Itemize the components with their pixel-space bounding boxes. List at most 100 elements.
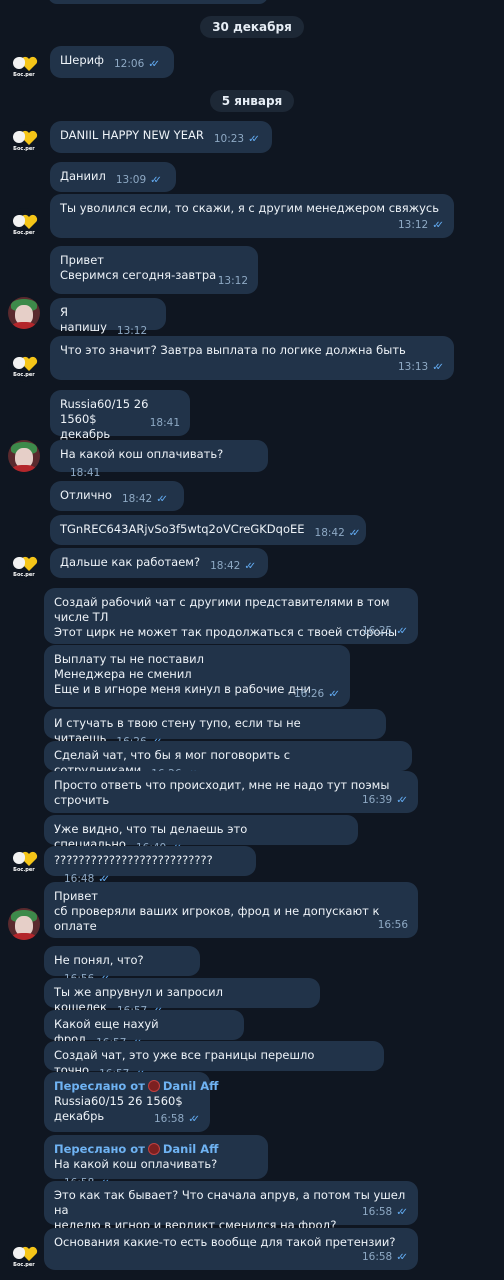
date-separator: 30 декабря <box>0 16 504 38</box>
message-text: TGnREC643ARjvSo3f5wtq2oVCreGKDqoEE <box>60 522 305 536</box>
forwarded-header[interactable]: Переслано от Danil Aff <box>54 1142 258 1157</box>
message-text: На какой кош оплачивать? <box>60 447 224 461</box>
read-checks-icon: ✓✓ <box>188 1114 200 1125</box>
read-checks-icon: ✓✓ <box>432 220 444 231</box>
date-separator: 5 января <box>0 90 504 112</box>
message-time: 13:09 ✓✓ <box>116 174 162 186</box>
message-text: Ты уволился если, то скажи, я с другим м… <box>60 201 439 215</box>
message-time: 13:12 <box>217 275 248 287</box>
user-avatar-logo[interactable]: Бос.рег <box>8 208 40 240</box>
read-checks-icon: ✓✓ <box>150 175 162 186</box>
message-time: 16:26✓✓ <box>294 687 340 702</box>
message-time: 13:13 ✓✓ <box>398 360 444 375</box>
user-avatar-logo[interactable]: Бос.рег <box>8 50 40 82</box>
avatar-logo-text: Бос.рег <box>13 867 35 873</box>
message-bubble[interactable]: Выплату ты не поставил Менеджера не смен… <box>44 645 350 707</box>
message-bubble[interactable]: Что это значит? Завтра выплата по логике… <box>50 336 454 380</box>
message-text: Это как так бывает? Что сначала апрув, а… <box>54 1188 406 1232</box>
message-bubble[interactable]: Создай рабочий чат с другими представите… <box>44 588 418 644</box>
message-time: 16:56 <box>377 919 408 931</box>
message-time: 18:42 ✓✓ <box>315 527 361 539</box>
message-time: 16:58✓✓ <box>362 1205 408 1220</box>
message-text: Просто ответь что происходит, мне не над… <box>54 778 390 807</box>
forwarded-avatar-icon <box>147 1143 160 1155</box>
message-text: ?????????????????????????? <box>54 853 213 867</box>
message-bubble[interactable]: Отлично 18:42 ✓✓ <box>50 481 184 511</box>
read-checks-icon: ✓✓ <box>156 494 168 505</box>
message-text: Создай рабочий чат с другими представите… <box>54 595 398 639</box>
read-checks-icon: ✓✓ <box>396 1207 408 1218</box>
message-bubble[interactable]: Сделай чат, что бы я мог поговорить с со… <box>44 741 412 780</box>
forwarded-avatar-icon <box>147 1080 160 1092</box>
message-text: Выплату ты не поставил Менеджера не смен… <box>54 652 311 696</box>
avatar-logo-text: Бос.рег <box>13 572 35 578</box>
message-text: Основания какие-то есть вообще для такой… <box>54 1235 396 1249</box>
message-bubble[interactable]: На какой кош оплачивать? 18:41 <box>50 440 268 479</box>
message-bubble[interactable]: Даниил 13:09 ✓✓ <box>50 162 176 192</box>
read-checks-icon: ✓✓ <box>396 795 408 806</box>
user-avatar-logo[interactable]: Бос.рег <box>8 124 40 156</box>
message-bubble[interactable]: Привет сб проверяли ваших игроков, фрод … <box>44 882 418 938</box>
message-text: Шериф <box>60 53 104 67</box>
message-time: 10:23 ✓✓ <box>214 133 260 145</box>
contact-avatar-joker[interactable] <box>8 908 40 940</box>
message-bubble[interactable]: Просто ответь что происходит, мне не над… <box>44 771 418 813</box>
read-checks-icon: ✓✓ <box>248 134 260 145</box>
read-checks-icon: ✓✓ <box>244 561 256 572</box>
message-bubble[interactable]: Не понял, что?16:56✓✓ <box>44 946 200 985</box>
date-label: 5 января <box>209 90 295 112</box>
message-text: Привет Сверимся сегодня-завтра <box>60 253 217 282</box>
message-bubble[interactable]: Какой еще нахуй фрод16:57✓✓ <box>44 1010 244 1049</box>
user-avatar-logo[interactable]: Бос.рег <box>8 845 40 877</box>
message-time: 18:42 ✓✓ <box>210 560 256 572</box>
message-time: 18:41 <box>149 417 180 429</box>
forwarded-message-bubble[interactable]: Переслано от Danil Aff На какой кош оплачи… <box>44 1135 268 1189</box>
message-bubble[interactable]: Я напишу 13:12 <box>50 298 166 337</box>
message-bubble[interactable]: И стучать в твою стену тупо, если ты не … <box>44 709 386 748</box>
message-bubble[interactable]: Уже видно, что ты делаешь это специально… <box>44 815 358 854</box>
user-avatar-logo[interactable]: Бос.рег <box>8 350 40 382</box>
message-time: 16:25 ✓✓ <box>362 624 408 639</box>
message-bubble[interactable]: ??????????????????????????16:48 ✓✓ <box>44 846 256 885</box>
message-text: DANIIL HAPPY NEW YEAR <box>60 128 204 142</box>
message-text: Russia60/15 26 1560$ декабрь <box>60 397 149 441</box>
previous-message-bubble[interactable] <box>48 0 268 4</box>
message-text: Я напишу <box>60 305 107 334</box>
message-bubble[interactable]: DANIIL HAPPY NEW YEAR 10:23 ✓✓ <box>50 121 272 153</box>
avatar-logo-text: Бос.рег <box>13 1262 35 1268</box>
message-text: Не понял, что? <box>54 953 144 967</box>
user-avatar-logo[interactable]: Бос.рег <box>8 550 40 582</box>
message-bubble[interactable]: Основания какие-то есть вообще для такой… <box>44 1228 418 1270</box>
message-bubble[interactable]: Дальше как работаем? 18:42 ✓✓ <box>50 548 268 578</box>
user-avatar-logo[interactable]: Бос.рег <box>8 1240 40 1272</box>
message-time: 16:58✓✓ <box>362 1250 408 1265</box>
contact-avatar-joker[interactable] <box>8 297 40 329</box>
read-checks-icon: ✓✓ <box>396 1252 408 1263</box>
message-bubble[interactable]: Создай чат, это уже все границы перешло … <box>44 1041 384 1080</box>
forwarded-message-bubble[interactable]: Переслано от Danil Aff Russia60/15 26 1560… <box>44 1072 218 1132</box>
message-time: 13:12 ✓✓ <box>398 218 444 233</box>
message-text: Дальше как работаем? <box>60 555 201 569</box>
message-bubble[interactable]: Привет Сверимся сегодня-завтра 13:12 <box>50 246 258 294</box>
forwarded-header[interactable]: Переслано от Danil Aff <box>54 1079 218 1094</box>
message-time: 16:39 ✓✓ <box>362 793 408 808</box>
avatar-logo-text: Бос.рег <box>13 146 35 152</box>
message-bubble[interactable]: TGnREC643ARjvSo3f5wtq2oVCreGKDqoEE 18:42 ✓… <box>50 515 366 545</box>
date-label: 30 декабря <box>200 16 304 38</box>
contact-avatar-joker[interactable] <box>8 440 40 472</box>
message-text: Даниил <box>60 169 106 183</box>
message-time: 18:41 <box>70 467 101 479</box>
message-text: Привет сб проверяли ваших игроков, фрод … <box>54 889 380 933</box>
read-checks-icon: ✓✓ <box>432 362 444 373</box>
read-checks-icon: ✓✓ <box>396 626 408 637</box>
message-bubble[interactable]: Ты же апрувнул и запросил кошелек16:57✓✓ <box>44 978 320 1017</box>
message-bubble[interactable]: Шериф 12:06 ✓✓ <box>50 46 174 78</box>
message-bubble[interactable]: Ты уволился если, то скажи, я с другим м… <box>50 194 454 238</box>
read-checks-icon: ✓✓ <box>348 528 361 539</box>
message-bubble[interactable]: Russia60/15 26 1560$ декабрь 18:41 <box>50 390 190 441</box>
message-bubble[interactable]: Это как так бывает? Что сначала апрув, а… <box>44 1181 418 1232</box>
read-checks-icon: ✓✓ <box>328 689 340 700</box>
avatar-logo-text: Бос.рег <box>13 230 35 236</box>
message-time: 16:58✓✓ <box>154 1112 200 1127</box>
message-text: Что это значит? Завтра выплата по логике… <box>60 343 406 357</box>
